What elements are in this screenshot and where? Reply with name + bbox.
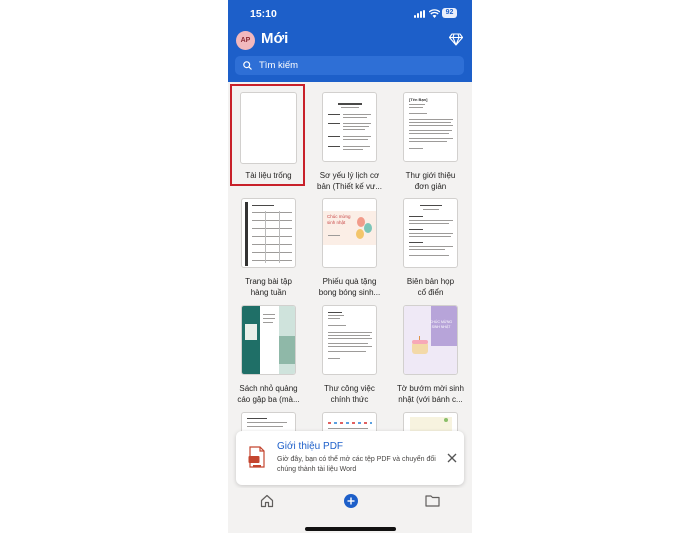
template-label: Sơ yếu lý lịch cơ bản (Thiết kế vư... — [317, 171, 382, 191]
status-bar: 15:10 92 — [228, 0, 472, 26]
thumb-heading: [Tên Bạn] — [409, 97, 428, 102]
search-placeholder: Tìm kiếm — [259, 60, 299, 71]
template-label: Thư giới thiệu đơn giản — [405, 171, 456, 191]
folder-icon[interactable] — [425, 494, 440, 507]
close-icon[interactable] — [446, 452, 458, 464]
diamond-icon[interactable] — [449, 33, 463, 46]
bottom-nav — [228, 488, 472, 533]
template-label: Phiếu quà tặng bong bóng sinh... — [318, 277, 381, 297]
template-thumbnail: [Tên Bạn] — [403, 92, 458, 162]
thumb-title: CHÚC MỪNG SINH NHẬT — [429, 320, 453, 329]
template-label: Thư công việc chính thức — [324, 384, 375, 404]
toast-title: Giới thiệu PDF — [277, 441, 344, 452]
add-button[interactable] — [344, 494, 358, 508]
search-icon — [243, 61, 252, 70]
avatar[interactable]: AP — [236, 31, 255, 50]
battery-indicator: 92 — [442, 8, 457, 18]
selection-highlight — [230, 84, 305, 186]
template-label: Sách nhỏ quảng cáo gập ba (mà... — [237, 384, 300, 404]
plus-icon — [347, 497, 355, 505]
pdf-intro-toast[interactable]: Giới thiệu PDF Giờ đây, bạn có thể mở cá… — [236, 431, 464, 485]
signal-icon — [414, 10, 427, 18]
pdf-icon — [248, 446, 265, 468]
home-icon[interactable] — [260, 494, 274, 508]
template-thumbnail: CHÚC MỪNG SINH NHẬT — [403, 305, 458, 375]
page-title: Mới — [261, 30, 289, 47]
app-header: 15:10 92 AP Mới Tìm kiếm — [228, 0, 472, 82]
thumb-title: Chúc mừng sinh nhật — [327, 214, 351, 225]
template-thumbnail — [322, 92, 377, 162]
toast-body: Giờ đây, bạn có thể mở các tệp PDF và ch… — [277, 456, 436, 473]
template-label: Biên bản họp cổ điển — [406, 277, 455, 297]
search-input[interactable]: Tìm kiếm — [235, 56, 464, 75]
template-label: Trang bài tập hàng tuần — [245, 277, 292, 297]
template-label: Tờ bướm mời sinh nhật (với bánh c... — [397, 384, 464, 404]
template-thumbnail — [322, 305, 377, 375]
phone-screen: 15:10 92 AP Mới Tìm kiếm Tài liệu trống … — [228, 0, 472, 533]
template-thumbnail — [241, 305, 296, 375]
home-indicator — [305, 527, 396, 531]
template-thumbnail — [403, 198, 458, 268]
template-thumbnail: Chúc mừng sinh nhật — [322, 198, 377, 268]
status-time: 15:10 — [250, 8, 277, 20]
template-thumbnail — [241, 198, 296, 268]
wifi-icon — [429, 9, 440, 18]
